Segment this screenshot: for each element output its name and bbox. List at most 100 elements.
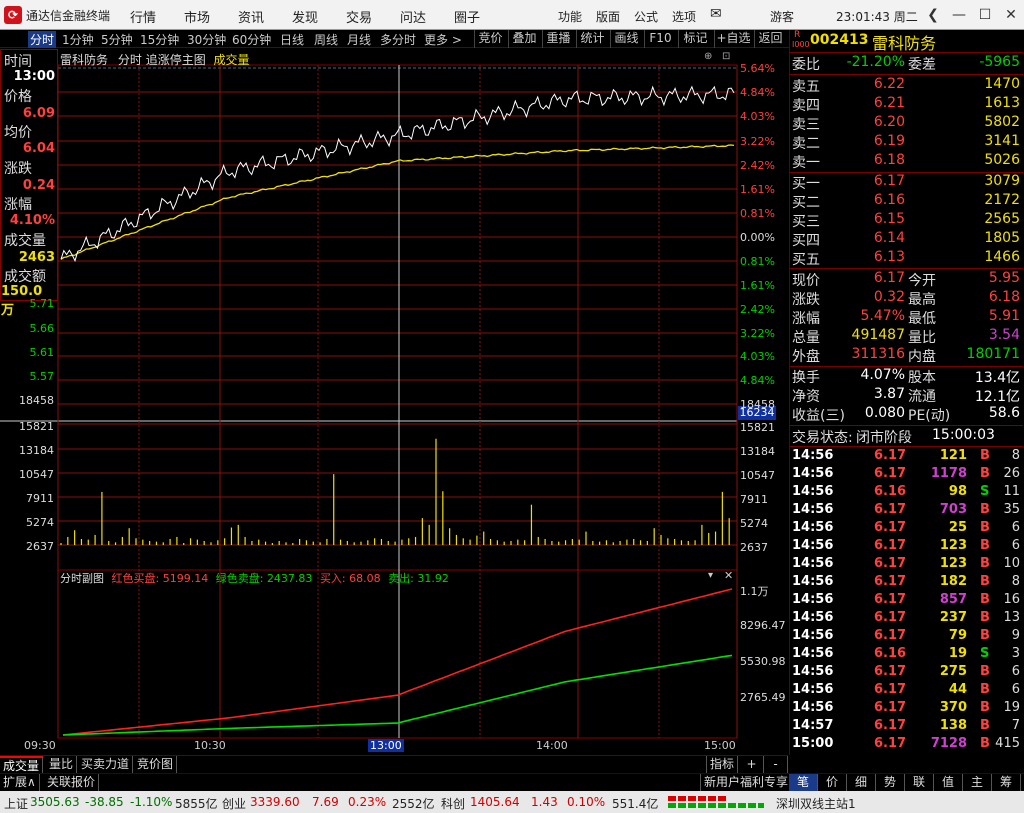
chart-area[interactable]: 雷科防务 分时 追涨停主图 成交量 ⊕ ⊡ 时间 13:00 价格 6.09 均… [0, 49, 788, 755]
menu-gongneng[interactable]: 功能 [558, 8, 582, 25]
expand-icon[interactable]: ⊡ [722, 51, 730, 62]
minimize-icon[interactable]: — [948, 4, 970, 26]
menu-jiaoyi[interactable]: 交易 [346, 7, 372, 26]
right-tick: 2.42% [740, 159, 775, 172]
plus-icon[interactable]: ⊕ [704, 51, 712, 62]
btn-zoom-in[interactable]: + [740, 756, 764, 773]
cy-label[interactable]: 创业 [222, 795, 246, 812]
tab-multi[interactable]: 多分时 [380, 31, 416, 48]
btn-huaxian[interactable]: 画线 [610, 30, 642, 48]
btn-tongji[interactable]: 统计 [576, 30, 608, 48]
stat-value: 5.47% [860, 308, 905, 324]
tick-volume: 703 [939, 502, 967, 517]
trade-status-value: 闭市阶段 [856, 430, 912, 446]
level-label: 卖二 [792, 136, 820, 152]
tick-count: 6 [1011, 682, 1020, 697]
intraday-chart[interactable] [0, 49, 788, 755]
btn-jingjia[interactable]: 竞价 [474, 30, 506, 48]
tab-30min[interactable]: 30分钟 [187, 31, 226, 48]
r-badge-sub: I000 [792, 40, 810, 49]
kc-label[interactable]: 科创 [441, 795, 465, 812]
btn-fanhui[interactable]: 返回 [754, 30, 786, 48]
tick-tab[interactable]: 主 [963, 774, 992, 791]
tick-tab[interactable]: 值 [934, 774, 963, 791]
back-icon[interactable]: ❮ [922, 4, 944, 26]
tab-15min[interactable]: 15分钟 [140, 31, 179, 48]
btn-biaoji[interactable]: 标记 [678, 30, 712, 48]
sh-change: -38.85 [85, 795, 124, 809]
tick-tab[interactable]: 价 [818, 774, 847, 791]
mail-icon[interactable]: ✉ [710, 6, 722, 22]
btn-zixuan[interactable]: +自选 [714, 30, 752, 48]
stat-value: 3.87 [873, 386, 905, 402]
sh-label[interactable]: 上证 [4, 795, 28, 812]
menu-banmian[interactable]: 版面 [596, 8, 620, 25]
maximize-icon[interactable]: ☐ [974, 4, 996, 26]
tick-tab[interactable]: 势 [876, 774, 905, 791]
tick-tab[interactable]: 细 [847, 774, 876, 791]
menu-shichang[interactable]: 市场 [184, 7, 210, 26]
level-label: 买一 [792, 176, 820, 192]
server-name[interactable]: 深圳双线主站1 [776, 795, 856, 812]
btn-f10[interactable]: F10 [644, 30, 676, 48]
right-tick: 4.03% [740, 110, 775, 123]
sub-tick: 1.1万 [740, 585, 769, 598]
tab-daily[interactable]: 日线 [280, 31, 304, 48]
r-badge: R [794, 30, 801, 40]
tab-monthly[interactable]: 月线 [347, 31, 371, 48]
main-indicator[interactable]: 追涨停主图 [146, 53, 206, 67]
menu-zixun[interactable]: 资讯 [238, 7, 264, 26]
stat-value: 13.4亿 [974, 370, 1020, 386]
promo-link[interactable]: 新用户福利专享 [700, 774, 793, 791]
menu-wenda[interactable]: 问达 [400, 7, 426, 26]
vol-indicator[interactable]: 成交量 [214, 53, 250, 67]
tab-liangbi[interactable]: 量比 [46, 756, 78, 773]
tab-5min[interactable]: 5分钟 [101, 31, 133, 48]
tab-jingjiatu[interactable]: 竞价图 [134, 756, 178, 773]
tab-fenshi[interactable]: 分时 [28, 31, 57, 48]
tab-volume[interactable]: 成交量 [0, 756, 44, 773]
sub-close-icon[interactable]: ✕ [724, 569, 733, 582]
btn-related[interactable]: 关联报价 [44, 774, 100, 791]
menu-quanzi[interactable]: 圈子 [454, 7, 480, 26]
btn-diejia[interactable]: 叠加 [508, 30, 540, 48]
sh-amount: 5855亿 [175, 797, 218, 811]
tick-tab[interactable]: 筹 [992, 774, 1021, 791]
level-price: 6.20 [873, 114, 905, 130]
btn-expand[interactable]: 扩展∧ [0, 774, 40, 791]
tab-maimai[interactable]: 买卖力道 [78, 756, 134, 773]
tick-price: 6.17 [874, 736, 907, 751]
tick-time: 14:56 [792, 466, 834, 481]
tab-60min[interactable]: 60分钟 [232, 31, 271, 48]
menu-hangqing[interactable]: 行情 [130, 7, 156, 26]
menu-xuanxiang[interactable]: 选项 [672, 8, 696, 25]
user-label[interactable]: 游客 [770, 8, 794, 25]
sub-header: 分时副图 红色买盘: 5199.14 绿色卖盘: 2437.83 买入: 68.… [60, 570, 449, 586]
sell-level-row: 卖一 6.18 5026 [790, 152, 1023, 171]
btn-chongbo[interactable]: 重播 [542, 30, 574, 48]
tab-1min[interactable]: 1分钟 [62, 31, 94, 48]
level-label: 买四 [792, 233, 820, 249]
btn-zoom-out[interactable]: - [764, 756, 788, 773]
tick-side: B [980, 502, 990, 517]
tick-tab[interactable]: 笔 [789, 774, 818, 791]
tab-weekly[interactable]: 周线 [314, 31, 338, 48]
stat-row: 外盘 311316 内盘 180171 [790, 346, 1023, 365]
tick-volume: 123 [939, 538, 967, 553]
tab-more[interactable]: 更多 > [424, 31, 462, 48]
sub-title[interactable]: 分时副图 [60, 572, 104, 585]
tick-time: 14:56 [792, 484, 834, 499]
tick-tab[interactable]: 联 [905, 774, 934, 791]
stat-row: 现价 6.17 今开 5.95 [790, 270, 1023, 289]
tick-count: 13 [1003, 610, 1020, 625]
left-tick: 7911 [26, 492, 54, 505]
menu-gongshi[interactable]: 公式 [634, 8, 658, 25]
sub-dropdown-icon[interactable]: ▾ [708, 570, 713, 581]
tick-time: 14:56 [792, 700, 834, 715]
tick-volume: 123 [939, 556, 967, 571]
tick-row: 14:56 6.17 182 B 8 [790, 574, 1023, 593]
menu-faxian[interactable]: 发现 [292, 7, 318, 26]
close-icon[interactable]: ✕ [1000, 4, 1022, 26]
btn-indicator[interactable]: 指标 [706, 756, 739, 773]
info-value-time: 13:00 [13, 69, 55, 84]
